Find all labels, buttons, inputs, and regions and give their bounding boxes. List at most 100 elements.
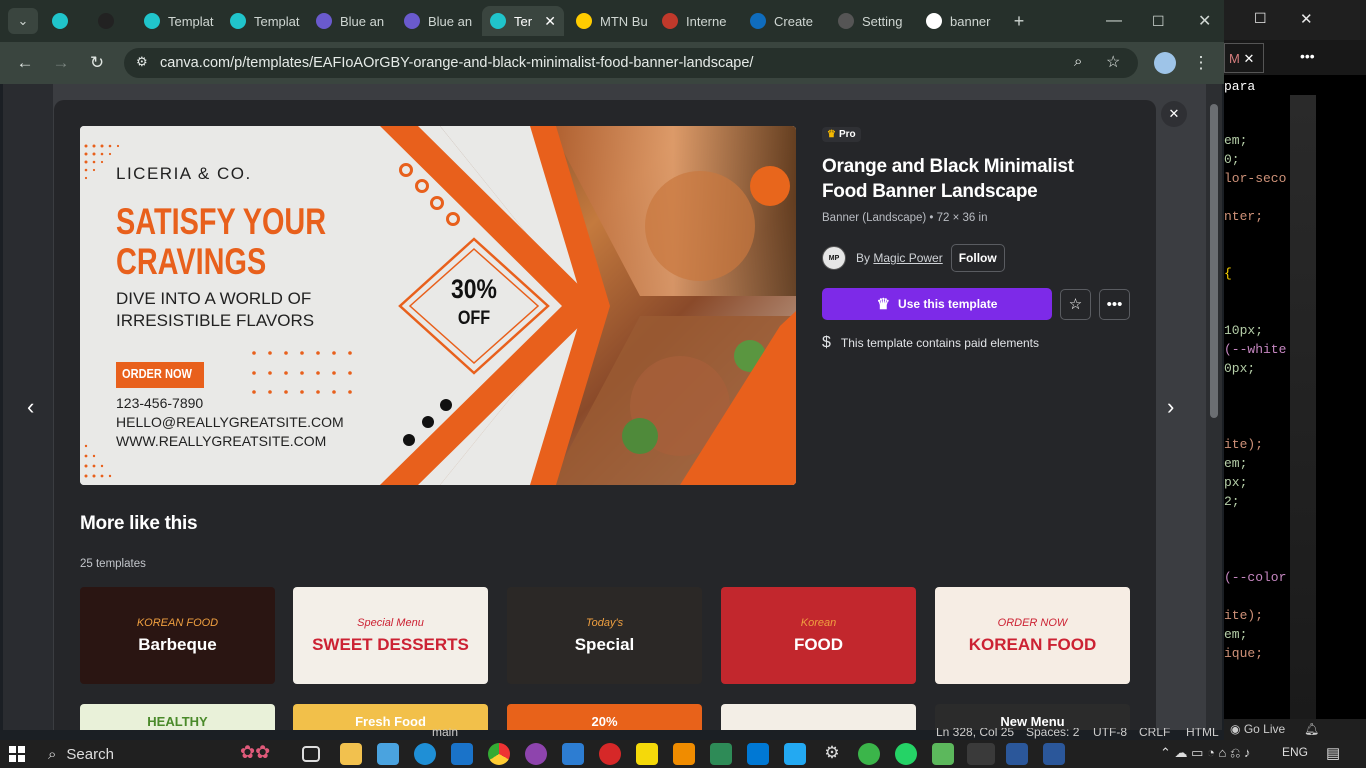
browser-tab[interactable]: Create [742,6,826,36]
template-thumbnail[interactable]: Today's Special [507,587,702,684]
address-bar[interactable]: ⚙ canva.com/p/templates/EAFIoAOrGBY-oran… [124,48,1138,78]
code-line[interactable]: 10px; [1224,323,1263,338]
app-icon[interactable] [562,743,584,765]
notifications-icon[interactable]: ▤ [1326,744,1340,762]
close-modal-button[interactable]: ✕ [1161,101,1187,127]
author-avatar[interactable]: MP [822,246,846,270]
indentation[interactable]: Spaces: 2 [1026,728,1079,739]
code-line[interactable]: ique; [1224,646,1263,661]
task-view-icon[interactable] [302,746,320,762]
template-thumbnail[interactable]: Fresh Food [293,704,488,730]
gear-icon[interactable]: ⚙ [821,743,843,765]
template-thumbnail[interactable]: Korean FOOD [721,587,916,684]
forward-button[interactable]: → [50,52,72,74]
code-line[interactable]: em; [1224,627,1247,642]
close-tab-icon[interactable]: ✕ [544,13,556,30]
whatsapp-icon[interactable] [895,743,917,765]
opera-icon[interactable] [599,743,621,765]
app-icon[interactable] [710,743,732,765]
browser-tab[interactable]: Setting [830,6,914,36]
bookmark-star-icon[interactable]: ☆ [1106,52,1120,72]
code-line[interactable]: px; [1224,475,1247,490]
reload-button[interactable]: ↻ [86,52,108,74]
code-line[interactable]: em; [1224,133,1247,148]
template-thumbnail[interactable]: KOREAN FOOD Barbeque [80,587,275,684]
code-line[interactable]: em; [1224,456,1247,471]
code-line[interactable]: (--color [1224,570,1286,585]
code-line[interactable]: 0px; [1224,361,1255,376]
browser-tab[interactable]: Blue an [396,6,480,36]
minimap[interactable] [1290,95,1316,725]
template-thumbnail[interactable]: New Menu [935,704,1130,730]
new-tab-button[interactable]: + [1008,6,1030,36]
chrome-active-icon[interactable] [967,743,995,765]
bell-icon[interactable]: 🔔︎ [1304,722,1319,736]
git-branch[interactable]: main [432,728,458,739]
taskbar-search[interactable]: ⌕ Search [40,742,240,766]
browser-tab[interactable]: Templat [136,6,220,36]
app-icon[interactable] [747,743,769,765]
chrome-icon[interactable] [488,743,510,765]
minimize-button[interactable]: — [1098,6,1130,36]
browser-tab[interactable]: Ter ✕ [482,6,564,36]
template-thumbnail[interactable]: HEALTHY [80,704,275,730]
code-line[interactable]: nter; [1224,209,1263,224]
template-thumbnail[interactable]: 20% [507,704,702,730]
use-template-button[interactable]: ♛ Use this template [822,288,1052,320]
code-line[interactable]: ite); [1224,608,1263,623]
back-button[interactable]: ← [14,52,36,74]
zoom-icon[interactable]: ⌕ [1074,53,1082,70]
code-line[interactable]: 2; [1224,494,1240,509]
code-line[interactable]: para [1224,79,1255,94]
word-icon[interactable] [1043,743,1065,765]
code-line[interactable]: 0; [1224,152,1240,167]
app-icon[interactable] [858,743,880,765]
browser-menu-button[interactable]: ⋮ [1190,52,1212,74]
maximize-icon[interactable]: ☐ [1254,10,1267,27]
browser-tab[interactable]: Interne [654,6,738,36]
page-scrollbar[interactable] [1206,84,1222,730]
scrollbar-thumb[interactable] [1210,104,1218,418]
language-indicator[interactable]: ENG [1282,745,1308,759]
more-horizontal-icon[interactable]: ••• [1300,48,1315,64]
more-options-button[interactable]: ••• [1099,288,1130,320]
site-settings-icon[interactable]: ⚙ [136,54,148,70]
go-live-button[interactable]: ◉ Go Live [1230,722,1285,736]
maximize-button[interactable]: ☐ [1144,6,1173,36]
code-line[interactable]: (--white [1224,342,1286,357]
favorite-button[interactable]: ☆ [1060,288,1091,320]
browser-tab[interactable] [90,6,128,36]
browser-tab[interactable]: Blue an [308,6,392,36]
author-link[interactable]: Magic Power [873,251,942,265]
template-thumbnail[interactable]: ORDER NOW KOREAN FOOD [935,587,1130,684]
code-line[interactable]: lor-seco [1224,171,1286,186]
encoding[interactable]: UTF-8 [1093,728,1127,739]
start-button[interactable] [9,746,25,762]
next-template-arrow[interactable]: › [1167,394,1174,420]
word-icon[interactable] [1006,743,1028,765]
mail-icon[interactable] [451,743,473,765]
follow-button[interactable]: Follow [950,244,1005,272]
browser-tab[interactable]: MTN Bu [568,6,652,36]
template-preview[interactable]: LICERIA & CO. SATISFY YOUR CRAVINGS DIVE… [80,126,796,485]
app-icon[interactable] [525,743,547,765]
line-endings[interactable]: CRLF [1139,728,1170,739]
close-window-button[interactable]: ✕ [1190,6,1219,36]
browser-tab[interactable]: Templat [222,6,306,36]
vlc-icon[interactable] [673,743,695,765]
cursor-position[interactable]: Ln 328, Col 25 [936,728,1014,739]
vscode-icon[interactable] [784,743,806,765]
profile-avatar[interactable] [1154,52,1176,74]
file-explorer-icon[interactable] [340,743,362,765]
close-icon[interactable]: ✕ [1243,51,1254,66]
template-thumbnail[interactable]: Special Menu SWEET DESSERTS [293,587,488,684]
tray-icons[interactable]: ⌃ ☁ ▭ ◔ ⌂ ⎌ ♪ [1160,745,1250,761]
browser-tab[interactable] [44,6,82,36]
close-icon[interactable]: ✕ [1300,10,1313,28]
editor-tab[interactable]: M ✕ [1224,43,1264,73]
browser-tab[interactable]: banner [918,6,1002,36]
tab-search-button[interactable]: ⌄ [8,8,38,34]
sticky-notes-icon[interactable] [636,743,658,765]
code-line[interactable]: ite); [1224,437,1263,452]
app-icon[interactable] [932,743,954,765]
